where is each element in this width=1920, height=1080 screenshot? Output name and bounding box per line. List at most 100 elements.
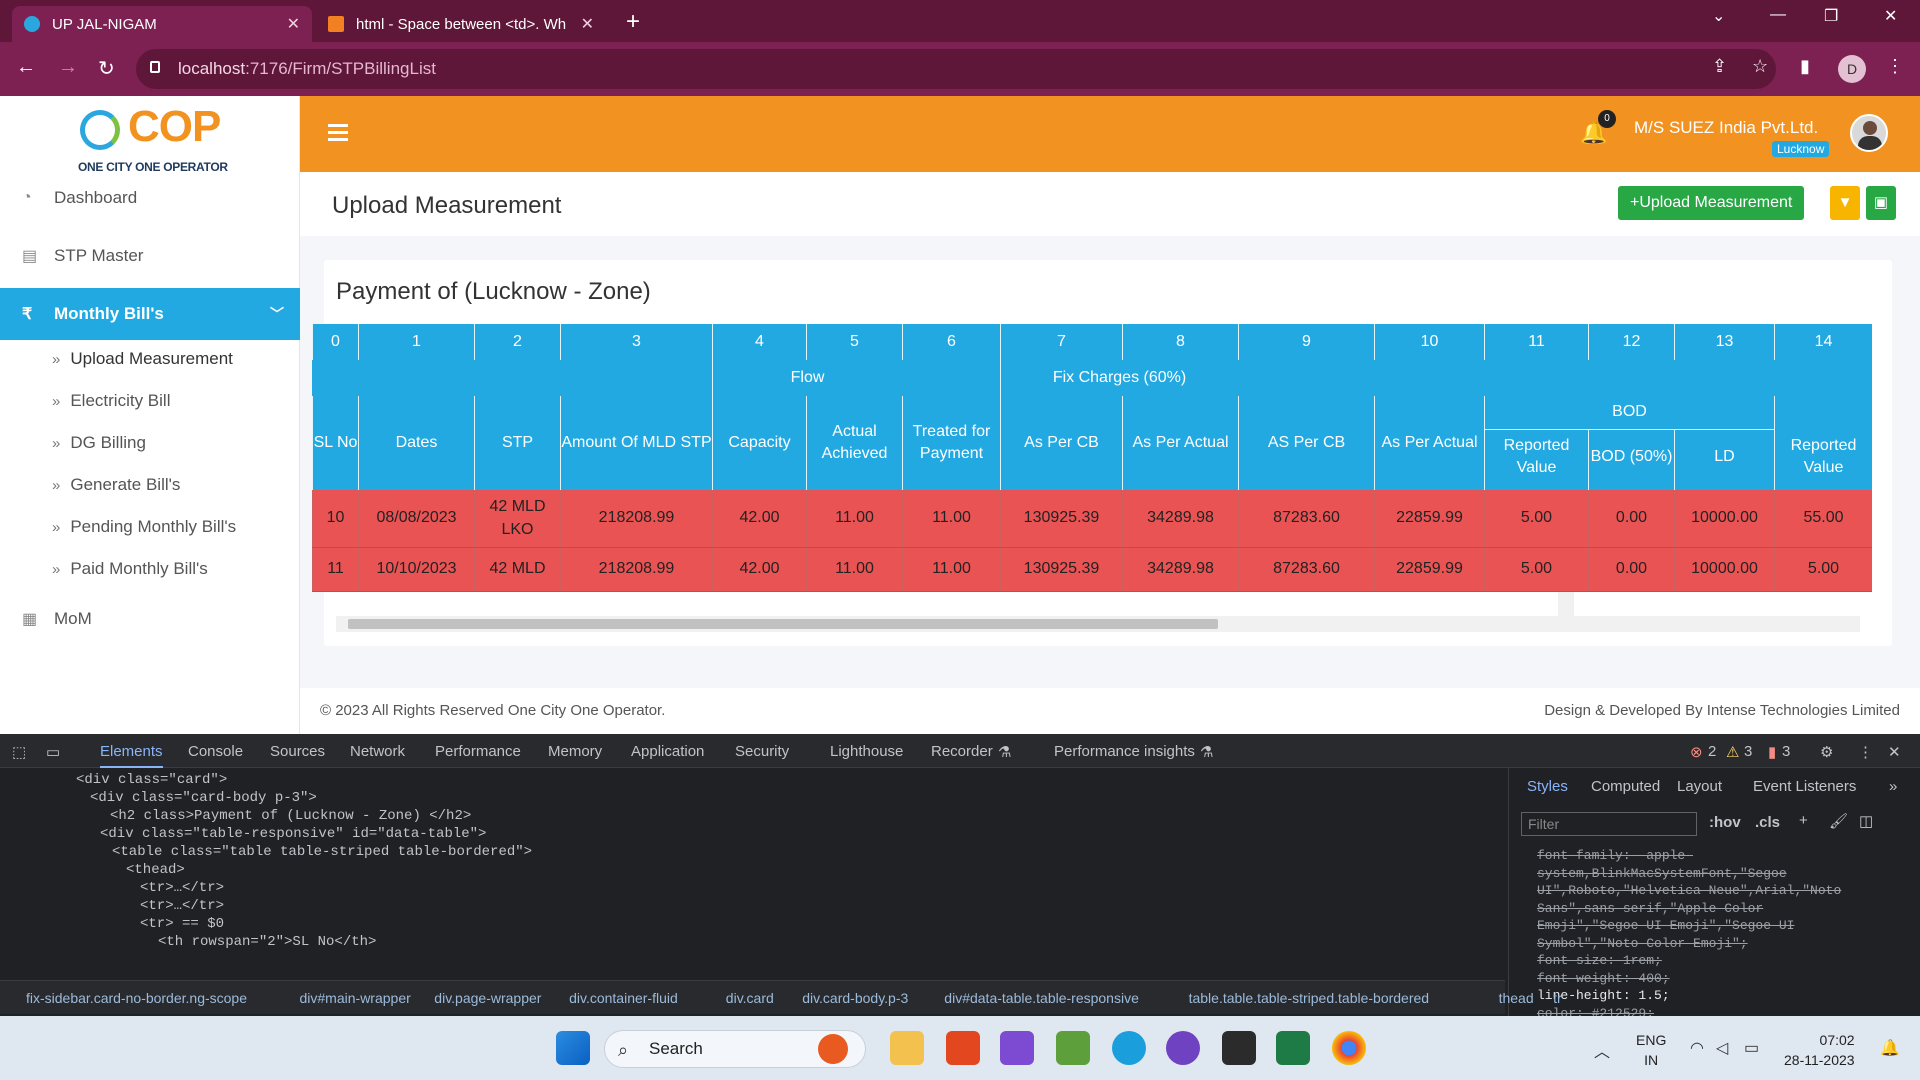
sidebar-subitem-pending-monthly-bills[interactable]: » Pending Monthly Bill's (52, 517, 236, 537)
forward-icon[interactable]: → (58, 56, 78, 79)
clock[interactable]: 07:02 28-11-2023 (1784, 1030, 1855, 1070)
show-hidden-icons-icon[interactable]: ︿ (1594, 1038, 1610, 1062)
dom-node-line[interactable]: <thead> (126, 862, 185, 878)
terminal-icon[interactable] (1222, 1031, 1256, 1065)
breadcrumb-item[interactable]: table.table.table-striped.table-bordered (1189, 990, 1430, 1006)
warning-icon[interactable]: ⚠ (1726, 743, 1739, 761)
visual-studio-icon[interactable] (1000, 1031, 1034, 1065)
profile-avatar[interactable]: D (1838, 55, 1866, 83)
more-tabs-icon[interactable]: » (1889, 778, 1897, 795)
sidebar-subitem-dg-billing[interactable]: » DG Billing (52, 433, 146, 453)
devtools-tab-network[interactable]: Network (350, 743, 405, 760)
breadcrumb-item[interactable]: div#data-table.table-responsive (944, 990, 1139, 1006)
language-indicator[interactable]: ENG IN (1636, 1030, 1666, 1070)
browser-tab-jal-nigam[interactable]: UP JAL-NIGAM ✕ (12, 6, 312, 42)
devtools-menu-icon[interactable]: ⋮ (1858, 743, 1873, 761)
file-explorer-icon[interactable] (890, 1031, 924, 1065)
dom-node-line[interactable]: <tr>…</tr> (140, 880, 224, 896)
hamburger-menu-icon[interactable] (328, 124, 348, 145)
add-rule-icon[interactable]: + (1799, 812, 1808, 829)
devtools-tab-application[interactable]: Application (631, 743, 704, 760)
css-declaration[interactable]: font-family: -apple- (1537, 848, 1693, 863)
styles-tab[interactable]: Styles (1527, 778, 1568, 795)
devtools-tab-console[interactable]: Console (188, 743, 243, 760)
back-icon[interactable]: ← (16, 56, 36, 79)
sidebar-item-stp-master[interactable]: ▤ STP Master (0, 230, 300, 282)
sidebar-item-mom[interactable]: ▦ MoM (0, 593, 300, 645)
layout-tab[interactable]: Layout (1677, 778, 1722, 795)
browser-menu-icon[interactable]: ⋮ (1886, 56, 1904, 77)
dom-node-line[interactable]: <th rowspan="2">SL No</th> (158, 934, 376, 950)
restore-icon[interactable]: ❐ (1824, 6, 1838, 26)
close-devtools-icon[interactable]: ✕ (1888, 743, 1901, 761)
windows-start-icon[interactable] (556, 1031, 590, 1065)
devtools-tab-performance-insights[interactable]: Performance insights (1054, 743, 1195, 760)
breadcrumb-item[interactable]: thead (1499, 990, 1534, 1006)
css-declaration[interactable]: system,BlinkMacSystemFont,"Segoe (1537, 866, 1787, 881)
skype-icon[interactable] (1112, 1031, 1146, 1065)
dom-node-line[interactable]: <tr> == $0 (140, 916, 224, 932)
notification-center-icon[interactable]: 🔔 (1880, 1038, 1900, 1058)
sidebar-subitem-generate-bills[interactable]: » Generate Bill's (52, 475, 180, 495)
computed-sidebar-icon[interactable]: ◫ (1859, 812, 1873, 830)
cop-logo[interactable]: COP ONE CITY ONE OPERATOR (78, 102, 228, 174)
sidebar-subitem-upload-measurement[interactable]: » Upload Measurement (52, 349, 233, 369)
devtools-tab-performance[interactable]: Performance (435, 743, 521, 760)
dom-node-line[interactable]: <h2 class>Payment of (Lucknow - Zone) </… (110, 808, 471, 824)
css-declaration[interactable]: font-size: 1rem; (1537, 953, 1662, 968)
browser-tab-stackoverflow[interactable]: html - Space between <td>. Wh ✕ (316, 6, 606, 42)
dom-tree[interactable]: <div class="card"> <div class="card-body … (0, 768, 1505, 980)
css-declaration[interactable]: Symbol","Noto Color Emoji"; (1537, 936, 1748, 951)
export-excel-icon[interactable]: ▣ (1866, 186, 1896, 220)
minimize-icon[interactable]: — (1770, 6, 1786, 24)
devtools-tab-security[interactable]: Security (735, 743, 789, 760)
github-desktop-icon[interactable] (1166, 1031, 1200, 1065)
inspect-element-icon[interactable]: ⬚ (12, 743, 26, 761)
brave-browser-icon[interactable] (946, 1031, 980, 1065)
dom-node-line[interactable]: <div class="table-responsive" id="data-t… (100, 826, 486, 842)
devtools-tab-lighthouse[interactable]: Lighthouse (830, 743, 903, 760)
tab-close-icon[interactable]: ✕ (287, 14, 300, 34)
breadcrumb-item[interactable]: fix-sidebar.card-no-border.ng-scope (26, 990, 247, 1006)
tab-close-icon[interactable]: ✕ (581, 14, 594, 34)
share-icon[interactable]: ⇪ (1712, 56, 1727, 77)
devtools-tab-sources[interactable]: Sources (270, 743, 325, 760)
event-listeners-tab[interactable]: Event Listeners (1753, 778, 1856, 795)
reload-icon[interactable]: ↻ (98, 56, 115, 81)
dom-node-line[interactable]: <table class="table table-striped table-… (112, 844, 532, 860)
class-toggle[interactable]: .cls (1755, 814, 1780, 831)
volume-icon[interactable]: ◁ (1716, 1038, 1728, 1058)
breadcrumb-item[interactable]: div.card (726, 990, 774, 1006)
sidebar-item-monthly-bills[interactable]: ₹ Monthly Bill's ﹀ (0, 288, 300, 340)
css-declaration[interactable]: Emoji","Segoe UI Emoji","Segoe UI (1537, 918, 1794, 933)
new-tab-icon[interactable]: + (626, 8, 640, 36)
upload-measurement-button[interactable]: +Upload Measurement (1618, 186, 1805, 220)
devtools-tab-memory[interactable]: Memory (548, 743, 602, 760)
address-bar[interactable]: localhost:7176/Firm/STPBillingList (136, 49, 1776, 89)
settings-gear-icon[interactable]: ⚙ (1820, 743, 1833, 761)
filter-icon[interactable]: ▼ (1830, 186, 1860, 220)
styles-filter-input[interactable]: Filter (1521, 812, 1697, 836)
excel-icon[interactable] (1276, 1031, 1310, 1065)
dom-node-line[interactable]: <div class="card-body p-3"> (90, 790, 317, 806)
breadcrumb-item[interactable]: div.container-fluid (569, 990, 678, 1006)
device-toolbar-icon[interactable]: ▭ (46, 743, 60, 761)
sidebar-subitem-paid-monthly-bills[interactable]: » Paid Monthly Bill's (52, 559, 208, 579)
chrome-icon[interactable] (1332, 1031, 1366, 1065)
bookmark-star-icon[interactable]: ☆ (1752, 56, 1768, 77)
dom-node-line[interactable]: <tr>…</tr> (140, 898, 224, 914)
devtools-tab-recorder[interactable]: Recorder (931, 743, 993, 760)
error-count-icon[interactable]: ⊗ (1690, 743, 1703, 761)
scrollbar-thumb[interactable] (348, 619, 1218, 629)
battery-icon[interactable]: ▭ (1744, 1038, 1759, 1058)
close-window-icon[interactable]: ✕ (1884, 6, 1897, 26)
paint-icon[interactable]: 🖌 (1829, 812, 1848, 830)
breadcrumb-item[interactable]: tr (1553, 990, 1562, 1006)
side-panel-icon[interactable]: ▮ (1800, 56, 1810, 77)
sidebar-item-dashboard[interactable]: ◔ Dashboard (0, 172, 300, 224)
breadcrumb-item[interactable]: div#main-wrapper (300, 990, 411, 1006)
css-declaration[interactable]: font-weight: 400; (1537, 971, 1670, 986)
user-avatar[interactable] (1850, 114, 1888, 152)
table-horizontal-scrollbar[interactable] (336, 616, 1860, 632)
tab-search-icon[interactable]: ⌄ (1712, 6, 1725, 26)
